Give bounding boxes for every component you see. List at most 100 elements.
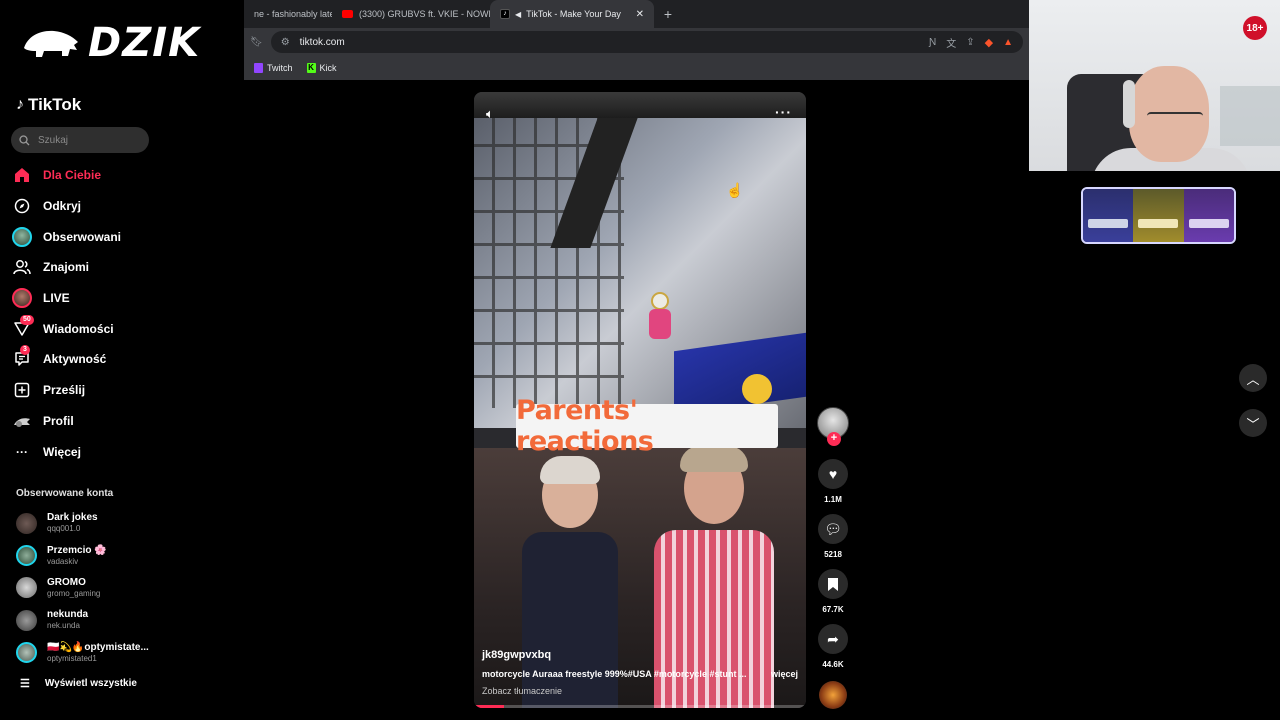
caption-overlay: Parents' reactions bbox=[516, 395, 778, 457]
followed-account[interactable]: GROMO gromo_gaming bbox=[16, 572, 236, 604]
tab-label: (3300) GRUBVS ft. VKIE - NOWE CHC bbox=[359, 9, 490, 19]
weapon-item bbox=[1133, 189, 1184, 242]
sidebar: ♪ TikTok Szukaj Dla Ciebie Odkryj Obserw… bbox=[0, 85, 244, 720]
url-text: tiktok.com bbox=[299, 36, 345, 48]
chevron-down-icon: ﹀ bbox=[1246, 416, 1260, 432]
screen: DZIK ne - fashionably late (3300) GRUBVS… bbox=[0, 0, 1280, 720]
nav-item-upload[interactable]: Prześlij bbox=[12, 375, 242, 406]
nav-label: Profil bbox=[43, 413, 74, 428]
account-handle: vadaskiv bbox=[47, 556, 79, 566]
brand-text: TikTok bbox=[28, 95, 82, 114]
search-icon bbox=[19, 134, 30, 145]
site-settings-icon[interactable]: ⚙ bbox=[281, 37, 290, 48]
show-all-button[interactable]: ☰ Wyświetl wszystkie bbox=[20, 677, 137, 690]
save-action[interactable]: 67.7K bbox=[812, 569, 854, 614]
nav-item-activity[interactable]: 3 Aktywność bbox=[12, 344, 242, 375]
kick-icon: K bbox=[306, 63, 316, 73]
logo-text: DZIK bbox=[88, 19, 201, 66]
list-icon: ☰ bbox=[20, 678, 30, 690]
video-progress-fill bbox=[474, 705, 504, 708]
nav-item-messages[interactable]: 50 Wiadomości bbox=[12, 313, 242, 344]
tiktok-logo[interactable]: ♪ TikTok bbox=[16, 95, 81, 115]
share-count: 44.6K bbox=[822, 660, 844, 669]
followed-account[interactable]: nekunda nek.unda bbox=[16, 604, 236, 636]
more-options-icon[interactable]: ··· bbox=[775, 104, 792, 120]
toolbar: 🔖︎ ⚙ tiktok.com Ɲ 文 ⇪ ◆ ▲ bbox=[244, 28, 1029, 56]
tab-music[interactable]: ne - fashionably late bbox=[244, 0, 332, 28]
nav-label: Wiadomości bbox=[43, 321, 114, 336]
followed-account[interactable]: Przemcio 🌸 vadaskiv bbox=[16, 539, 236, 571]
weapon-item bbox=[1083, 189, 1134, 242]
brave-shield-icon[interactable]: ◆ bbox=[985, 36, 993, 49]
new-tab-button[interactable]: + bbox=[654, 0, 682, 28]
nav-item-for-you[interactable]: Dla Ciebie bbox=[12, 160, 242, 191]
followed-account[interactable]: 🇵🇱💫🔥optymistate... optymistated1 bbox=[16, 637, 236, 669]
bookmark-kick[interactable]: K Kick bbox=[306, 63, 337, 73]
share-icon[interactable]: ⇪ bbox=[966, 37, 974, 48]
share-action[interactable]: ➦ 44.6K bbox=[812, 624, 854, 669]
video-info: jk89gwpvxbq motorcycle Auraaa freestyle … bbox=[482, 649, 798, 696]
profile-icon bbox=[12, 411, 32, 431]
save-count: 67.7K bbox=[822, 605, 844, 614]
tab-youtube[interactable]: (3300) GRUBVS ft. VKIE - NOWE CHC bbox=[332, 0, 490, 28]
like-action[interactable]: ♥ 1.1M bbox=[812, 459, 854, 504]
volume-icon[interactable]: 🔈︎ bbox=[486, 106, 494, 122]
share-icon[interactable]: ➦ bbox=[818, 624, 848, 654]
show-all-label: Wyświetl wszystkie bbox=[44, 678, 137, 689]
bookmark-label: Twitch bbox=[267, 63, 293, 73]
bookmark-icon[interactable] bbox=[818, 569, 848, 599]
nav-item-more[interactable]: ··· Więcej bbox=[12, 436, 242, 467]
item-showcase-widget bbox=[1081, 187, 1236, 244]
nav-item-friends[interactable]: Znajomi bbox=[12, 252, 242, 283]
address-bar[interactable]: ⚙ tiktok.com Ɲ 文 ⇪ ◆ ▲ bbox=[270, 31, 1023, 53]
creator-avatar[interactable]: + bbox=[817, 407, 849, 446]
more-link[interactable]: więcej bbox=[771, 669, 798, 679]
previous-video-button[interactable]: ︿ bbox=[1239, 364, 1267, 392]
heart-icon[interactable]: ♥ bbox=[818, 459, 848, 489]
followed-accounts-title: Obserwowane konta bbox=[16, 488, 114, 499]
followed-account[interactable]: Dark jokes qqq001.0 bbox=[16, 507, 236, 539]
video-player[interactable]: Parents' reactions 🔈︎ ··· ☝ jk89gwpvxbq … bbox=[474, 92, 806, 708]
search-placeholder: Szukaj bbox=[38, 134, 69, 146]
followed-accounts-list: Dark jokes qqq001.0 Przemcio 🌸 vadaskiv … bbox=[16, 507, 236, 669]
rider-graphic bbox=[646, 292, 672, 342]
nav-item-live[interactable]: LIVE bbox=[12, 283, 242, 314]
translate-icon[interactable]: 文 bbox=[946, 35, 956, 50]
youtube-icon bbox=[342, 10, 353, 18]
bookmark-icon[interactable]: 🔖︎ bbox=[250, 37, 263, 48]
nav-item-explore[interactable]: Odkryj bbox=[12, 191, 242, 222]
search-input[interactable]: Szukaj bbox=[11, 127, 149, 153]
compass-icon bbox=[12, 196, 32, 216]
bookmarks-bar: Twitch K Kick bbox=[244, 56, 1029, 80]
browser-window: ne - fashionably late (3300) GRUBVS ft. … bbox=[244, 0, 1029, 80]
boar-icon bbox=[24, 30, 78, 57]
action-bar: + ♥ 1.1M 💬︎ 5218 67.7K ➦ 44.6K bbox=[812, 407, 854, 709]
follow-plus-icon[interactable]: + bbox=[827, 432, 841, 446]
translate-link[interactable]: Zobacz tłumaczenie bbox=[482, 686, 798, 696]
music-disc-icon[interactable] bbox=[819, 681, 847, 709]
no-tracking-icon[interactable]: Ɲ bbox=[929, 37, 936, 48]
close-icon[interactable]: ✕ bbox=[636, 9, 644, 20]
tab-tiktok[interactable]: ♪ ◀ TikTok - Make Your Day ✕ bbox=[490, 0, 654, 28]
tab-label: ne - fashionably late bbox=[254, 9, 332, 19]
comment-icon[interactable]: 💬︎ bbox=[818, 514, 848, 544]
stream-logo: DZIK bbox=[0, 0, 244, 85]
nav-label: Prześlij bbox=[43, 383, 86, 398]
video-description: motorcycle Auraaa freestyle 999%#USA #mo… bbox=[482, 669, 747, 679]
nav-label: Obserwowani bbox=[43, 229, 122, 244]
account-name: GROMO bbox=[47, 576, 86, 588]
bookmark-twitch[interactable]: Twitch bbox=[254, 63, 293, 73]
account-handle: qqq001.0 bbox=[47, 524, 81, 534]
nav-item-profile[interactable]: Profil bbox=[12, 406, 242, 437]
next-video-button[interactable]: ﹀ bbox=[1239, 409, 1267, 437]
video-author[interactable]: jk89gwpvxbq bbox=[482, 649, 798, 661]
nav-label: Aktywność bbox=[43, 352, 107, 367]
nav-item-following[interactable]: Obserwowani bbox=[12, 221, 242, 252]
brave-rewards-icon[interactable]: ▲ bbox=[1003, 37, 1013, 48]
nav-label: Więcej bbox=[43, 444, 81, 459]
messages-badge: 50 bbox=[20, 314, 34, 325]
video-progress-bar[interactable] bbox=[474, 705, 806, 708]
comment-action[interactable]: 💬︎ 5218 bbox=[812, 514, 854, 559]
account-handle: gromo_gaming bbox=[47, 588, 101, 598]
account-name: Przemcio 🌸 bbox=[47, 544, 107, 556]
